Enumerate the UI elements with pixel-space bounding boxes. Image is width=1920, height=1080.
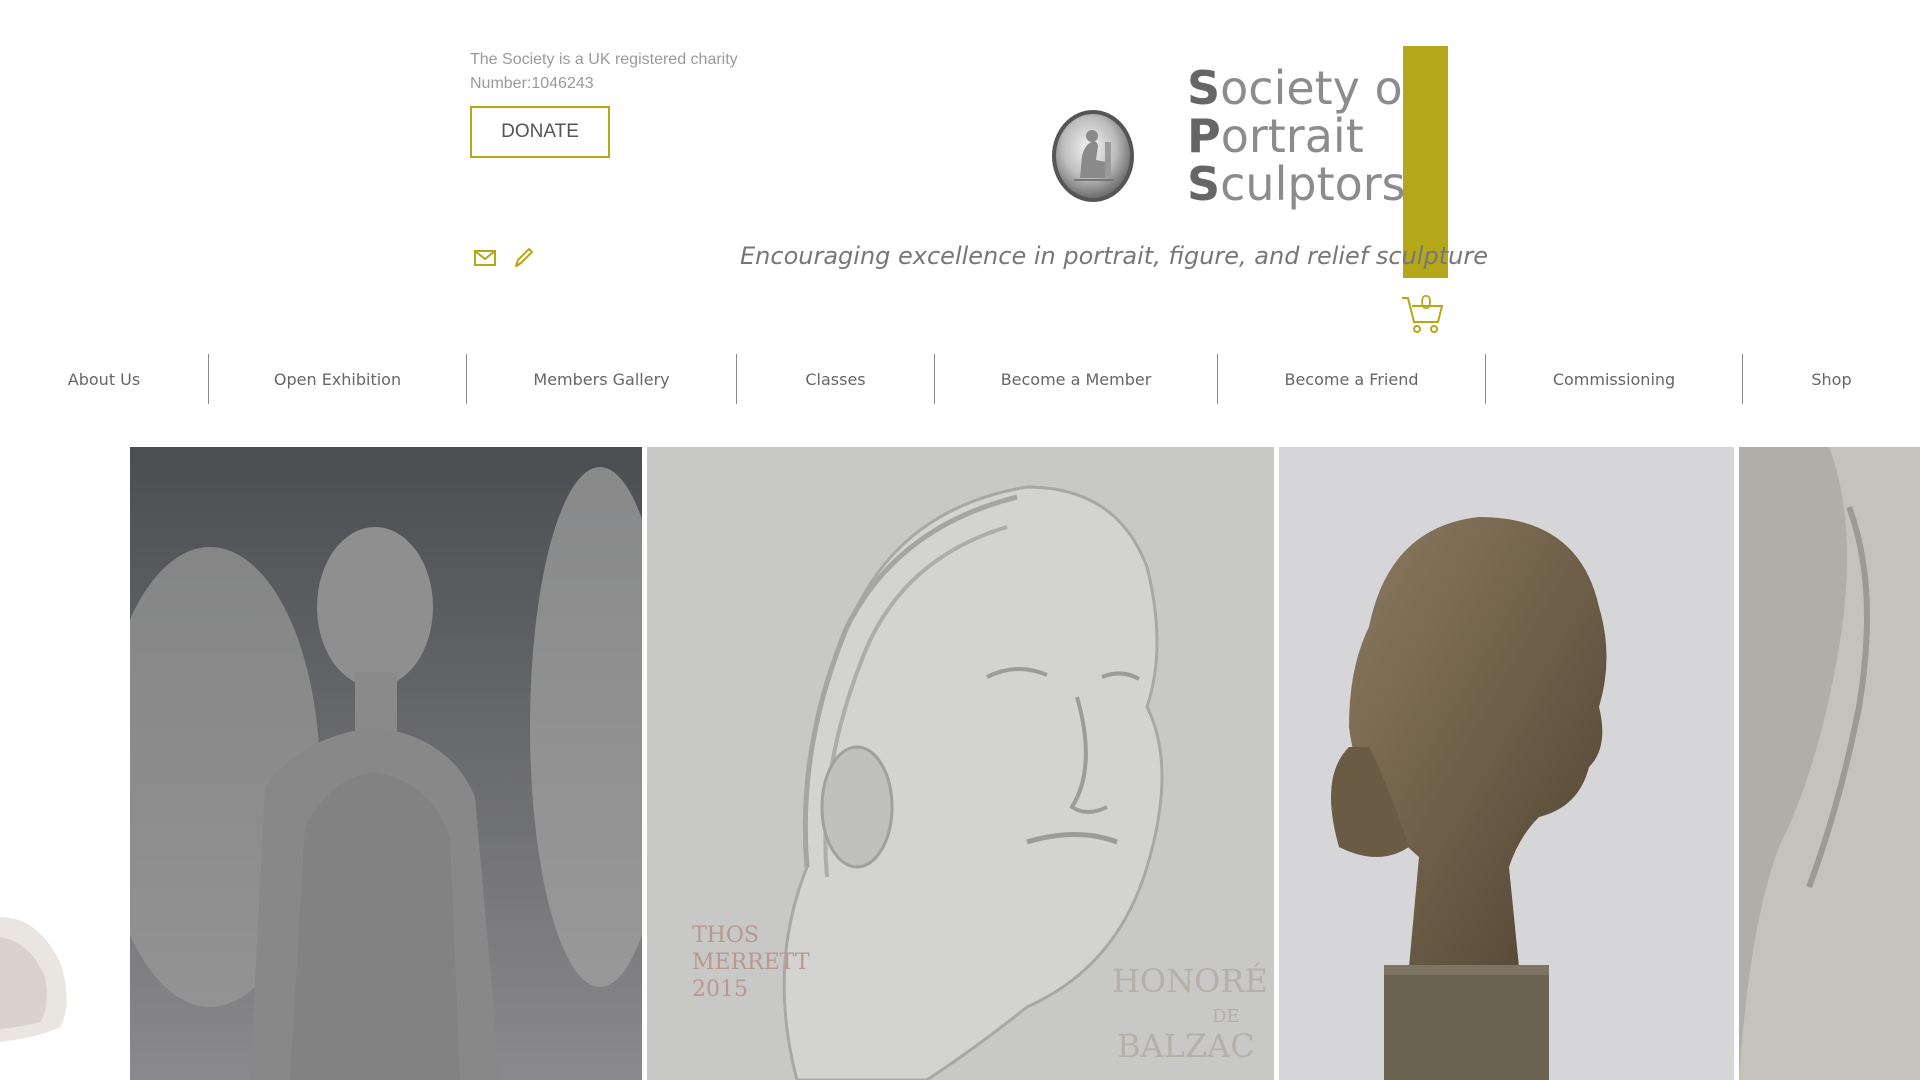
charity-number: Number:1046243 bbox=[470, 75, 594, 92]
relief-inscription-artist-2: MERRETT bbox=[692, 950, 810, 975]
gallery-image-clay-figure[interactable] bbox=[130, 447, 642, 1080]
wordmark-sculptors: culptors bbox=[1220, 157, 1406, 211]
society-medallion-logo[interactable] bbox=[1050, 108, 1136, 204]
nav-item-about-us[interactable]: About Us bbox=[0, 354, 209, 404]
pencil-icon[interactable] bbox=[510, 245, 536, 271]
nav-item-become-a-member[interactable]: Become a Member bbox=[935, 354, 1218, 404]
charity-line-1: The Society is a UK registered charity bbox=[470, 51, 738, 68]
nav-item-open-exhibition[interactable]: Open Exhibition bbox=[209, 354, 467, 404]
wordmark-society-of: ociety of bbox=[1220, 61, 1419, 115]
relief-inscription-de: DE bbox=[1212, 1006, 1240, 1027]
society-wordmark[interactable]: Society of Portrait Sculptors bbox=[1187, 64, 1419, 208]
nav-item-shop[interactable]: Shop bbox=[1743, 354, 1920, 404]
sculpture-gallery-slider: THOS MERRETT 2015 HONORÉ DE BALZAC bbox=[0, 447, 1920, 1080]
wordmark-portrait: ortrait bbox=[1220, 109, 1364, 163]
site-tagline: Encouraging excellence in portrait, figu… bbox=[740, 242, 1488, 270]
relief-inscription-honore: HONORÉ bbox=[1112, 962, 1268, 1000]
nav-item-classes[interactable]: Classes bbox=[737, 354, 935, 404]
mail-icon[interactable] bbox=[472, 245, 498, 271]
gallery-image-white-sculpture[interactable] bbox=[0, 447, 128, 1080]
cart-count-badge: 0 bbox=[1420, 292, 1432, 314]
nav-item-members-gallery[interactable]: Members Gallery bbox=[467, 354, 737, 404]
relief-inscription-artist: THOS bbox=[692, 923, 759, 948]
wordmark-initial-s: S bbox=[1187, 61, 1221, 115]
charity-info: The Society is a UK registered charity N… bbox=[470, 48, 790, 96]
nav-item-commissioning[interactable]: Commissioning bbox=[1486, 354, 1743, 404]
wordmark-initial-p: P bbox=[1187, 109, 1221, 163]
relief-inscription-year: 2015 bbox=[692, 977, 748, 1002]
gallery-image-stone-sculpture[interactable] bbox=[1739, 447, 1920, 1080]
main-navigation: About Us Open Exhibition Members Gallery… bbox=[0, 354, 1920, 404]
gallery-image-balzac-relief[interactable]: THOS MERRETT 2015 HONORÉ DE BALZAC bbox=[647, 447, 1274, 1080]
donate-button[interactable]: DONATE bbox=[470, 106, 610, 158]
nav-item-become-a-friend[interactable]: Become a Friend bbox=[1218, 354, 1486, 404]
gallery-image-bronze-head[interactable] bbox=[1279, 447, 1734, 1080]
relief-inscription-balzac: BALZAC bbox=[1117, 1027, 1255, 1065]
wordmark-initial-s2: S bbox=[1187, 157, 1221, 211]
